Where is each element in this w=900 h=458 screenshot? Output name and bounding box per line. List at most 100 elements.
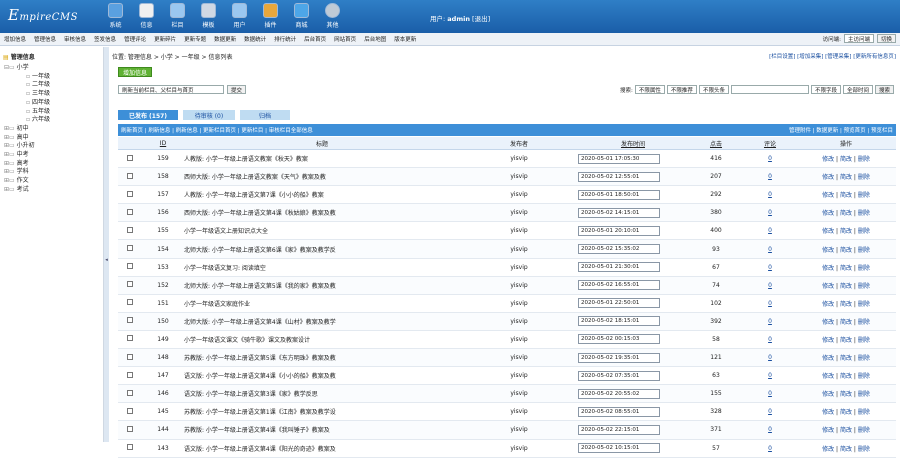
- quick-edit-link[interactable]: 简改: [840, 228, 852, 235]
- row-comments[interactable]: 0: [744, 246, 796, 253]
- subnav-item[interactable]: 网站首页: [334, 35, 356, 43]
- row-time-field[interactable]: 2020-05-01 21:30:01: [578, 262, 660, 273]
- row-checkbox[interactable]: [127, 226, 133, 233]
- row-comments[interactable]: 0: [744, 264, 796, 271]
- row-title[interactable]: 小学一年级语文复习: 阅读填空: [184, 263, 460, 272]
- row-comments[interactable]: 0: [744, 445, 796, 452]
- logout-link[interactable]: [退出]: [472, 15, 490, 23]
- add-info-button[interactable]: 增加信息: [118, 67, 152, 77]
- topnav-2[interactable]: 信息: [131, 2, 162, 29]
- edit-link[interactable]: 修改: [822, 355, 834, 362]
- quick-edit-link[interactable]: 简改: [840, 409, 852, 416]
- tree-item[interactable]: ⊟▭ 小学: [4, 62, 29, 71]
- quick-edit-link[interactable]: 简改: [840, 283, 852, 290]
- quick-edit-link[interactable]: 简改: [840, 265, 852, 272]
- quick-edit-link[interactable]: 简改: [840, 391, 852, 398]
- subnav-item[interactable]: 后台首页: [304, 35, 326, 43]
- tree-item[interactable]: ⊞▭ 学科: [4, 166, 29, 175]
- tree-item[interactable]: ⊞▭ 初中: [4, 123, 29, 132]
- topnav-1[interactable]: 系统: [100, 2, 131, 29]
- delete-link[interactable]: 删除: [858, 156, 870, 163]
- action-links-left[interactable]: 刷新首页 | 刷新信息 | 刷新信息 | 更新栏目首页 | 更新栏目 | 审核栏…: [121, 126, 313, 134]
- delete-link[interactable]: 删除: [858, 265, 870, 272]
- edit-link[interactable]: 修改: [822, 265, 834, 272]
- subnav-item[interactable]: 管理信息: [34, 35, 56, 43]
- action-links-right[interactable]: 管理附件 | 数据更新 | 预览首页 | 预览栏目: [789, 126, 893, 134]
- edit-link[interactable]: 修改: [822, 283, 834, 290]
- row-comments[interactable]: 0: [744, 209, 796, 216]
- row-title[interactable]: 小学一年级语文家庭作业: [184, 299, 460, 308]
- row-comments[interactable]: 0: [744, 354, 796, 361]
- edit-link[interactable]: 修改: [822, 427, 834, 434]
- empirecms-logo[interactable]: EmpireCMS: [8, 6, 78, 24]
- row-title[interactable]: 北师大版: 小学一年级上册语文第5课《我的家》教案及教: [184, 281, 460, 290]
- tree-item[interactable]: ⊞▭ 高中: [4, 132, 29, 141]
- topnav-4[interactable]: 模板: [193, 2, 224, 29]
- subnav-item[interactable]: 后台地图: [364, 35, 386, 43]
- switch-button[interactable]: 切换: [876, 34, 896, 43]
- row-title[interactable]: 北师大版: 小学一年级上册语文第6课《家》教案及教学反: [184, 245, 460, 254]
- quick-edit-link[interactable]: 简改: [840, 319, 852, 326]
- recommend-select[interactable]: 不限推荐: [666, 85, 697, 94]
- row-time-field[interactable]: 2020-05-01 20:10:01: [578, 225, 660, 236]
- row-time-field[interactable]: 2020-05-02 20:55:02: [578, 388, 660, 399]
- tree-item[interactable]: ▫ 六年级: [26, 114, 50, 123]
- row-checkbox[interactable]: [127, 317, 133, 324]
- refresh-select[interactable]: 刷新当前栏目、父栏目与首页: [118, 85, 224, 94]
- row-checkbox[interactable]: [127, 190, 133, 197]
- edit-link[interactable]: 修改: [822, 337, 834, 344]
- row-checkbox[interactable]: [127, 281, 133, 288]
- topnav-3[interactable]: 栏目: [162, 2, 193, 29]
- row-comments[interactable]: 0: [744, 336, 796, 343]
- quick-edit-link[interactable]: 简改: [840, 427, 852, 434]
- row-time-field[interactable]: 2020-05-01 18:50:01: [578, 189, 660, 200]
- row-time-field[interactable]: 2020-05-02 00:15:03: [578, 334, 660, 345]
- collapse-arrow-icon[interactable]: ◂: [104, 257, 109, 263]
- sidebar-splitter[interactable]: ◂: [104, 47, 109, 442]
- row-comments[interactable]: 0: [744, 318, 796, 325]
- quick-edit-link[interactable]: 简改: [840, 446, 852, 453]
- tab-2[interactable]: 待审核 (0): [183, 110, 235, 120]
- row-comments[interactable]: 0: [744, 408, 796, 415]
- edit-link[interactable]: 修改: [822, 210, 834, 217]
- row-time-field[interactable]: 2020-05-02 14:15:01: [578, 207, 660, 218]
- filter-submit-button[interactable]: 提交: [227, 85, 247, 94]
- field-select[interactable]: 不限字段: [810, 85, 841, 94]
- tree-item[interactable]: ⊞▭ 中考: [4, 149, 29, 158]
- row-title[interactable]: 人教版: 小学一年级上册语文教案《秋天》教案: [184, 154, 460, 163]
- subnav-item[interactable]: 管理评论: [124, 35, 146, 43]
- row-title[interactable]: 语文版: 小学一年级上册语文第4课《阳光的奇迹》教案及: [184, 444, 460, 453]
- row-time-field[interactable]: 2020-05-02 12:55:01: [578, 171, 660, 182]
- row-time-field[interactable]: 2020-05-02 22:15:01: [578, 424, 660, 435]
- topnav-7[interactable]: 商城: [286, 2, 317, 29]
- quick-edit-link[interactable]: 简改: [840, 156, 852, 163]
- row-comments[interactable]: 0: [744, 426, 796, 433]
- row-checkbox[interactable]: [127, 154, 133, 161]
- row-comments[interactable]: 0: [744, 191, 796, 198]
- access-select[interactable]: 主访问端: [843, 34, 874, 43]
- delete-link[interactable]: 删除: [858, 301, 870, 308]
- row-title[interactable]: 小学一年级语文上册知识点大全: [184, 226, 460, 235]
- row-comments[interactable]: 0: [744, 300, 796, 307]
- delete-link[interactable]: 删除: [858, 192, 870, 199]
- row-checkbox[interactable]: [127, 353, 133, 360]
- tab-1[interactable]: 已发布 (157): [118, 110, 178, 120]
- row-title[interactable]: 西师大版: 小学一年级上册语文教案《天气》教案及教: [184, 172, 460, 181]
- delete-link[interactable]: 删除: [858, 283, 870, 290]
- row-checkbox[interactable]: [127, 263, 133, 270]
- delete-link[interactable]: 删除: [858, 446, 870, 453]
- header-hits[interactable]: 点击: [688, 139, 744, 148]
- row-title[interactable]: 北师大版: 小学一年级上册语文第4课《山村》教案及教学: [184, 317, 460, 326]
- topnav-5[interactable]: 用户: [224, 2, 255, 29]
- tree-item[interactable]: ▫ 三年级: [26, 88, 50, 97]
- tree-item[interactable]: ⊞▭ 高考: [4, 158, 29, 167]
- quick-edit-link[interactable]: 简改: [840, 301, 852, 308]
- edit-link[interactable]: 修改: [822, 156, 834, 163]
- subnav-item[interactable]: 数据更新: [214, 35, 236, 43]
- delete-link[interactable]: 删除: [858, 247, 870, 254]
- search-input[interactable]: [730, 85, 809, 94]
- row-title[interactable]: 苏教版: 小学一年级上册语文第5课《东方明珠》教案及教: [184, 353, 460, 362]
- tree-item[interactable]: ▫ 一年级: [26, 71, 50, 80]
- header-time[interactable]: 发布时间: [578, 139, 688, 148]
- quick-edit-link[interactable]: 简改: [840, 174, 852, 181]
